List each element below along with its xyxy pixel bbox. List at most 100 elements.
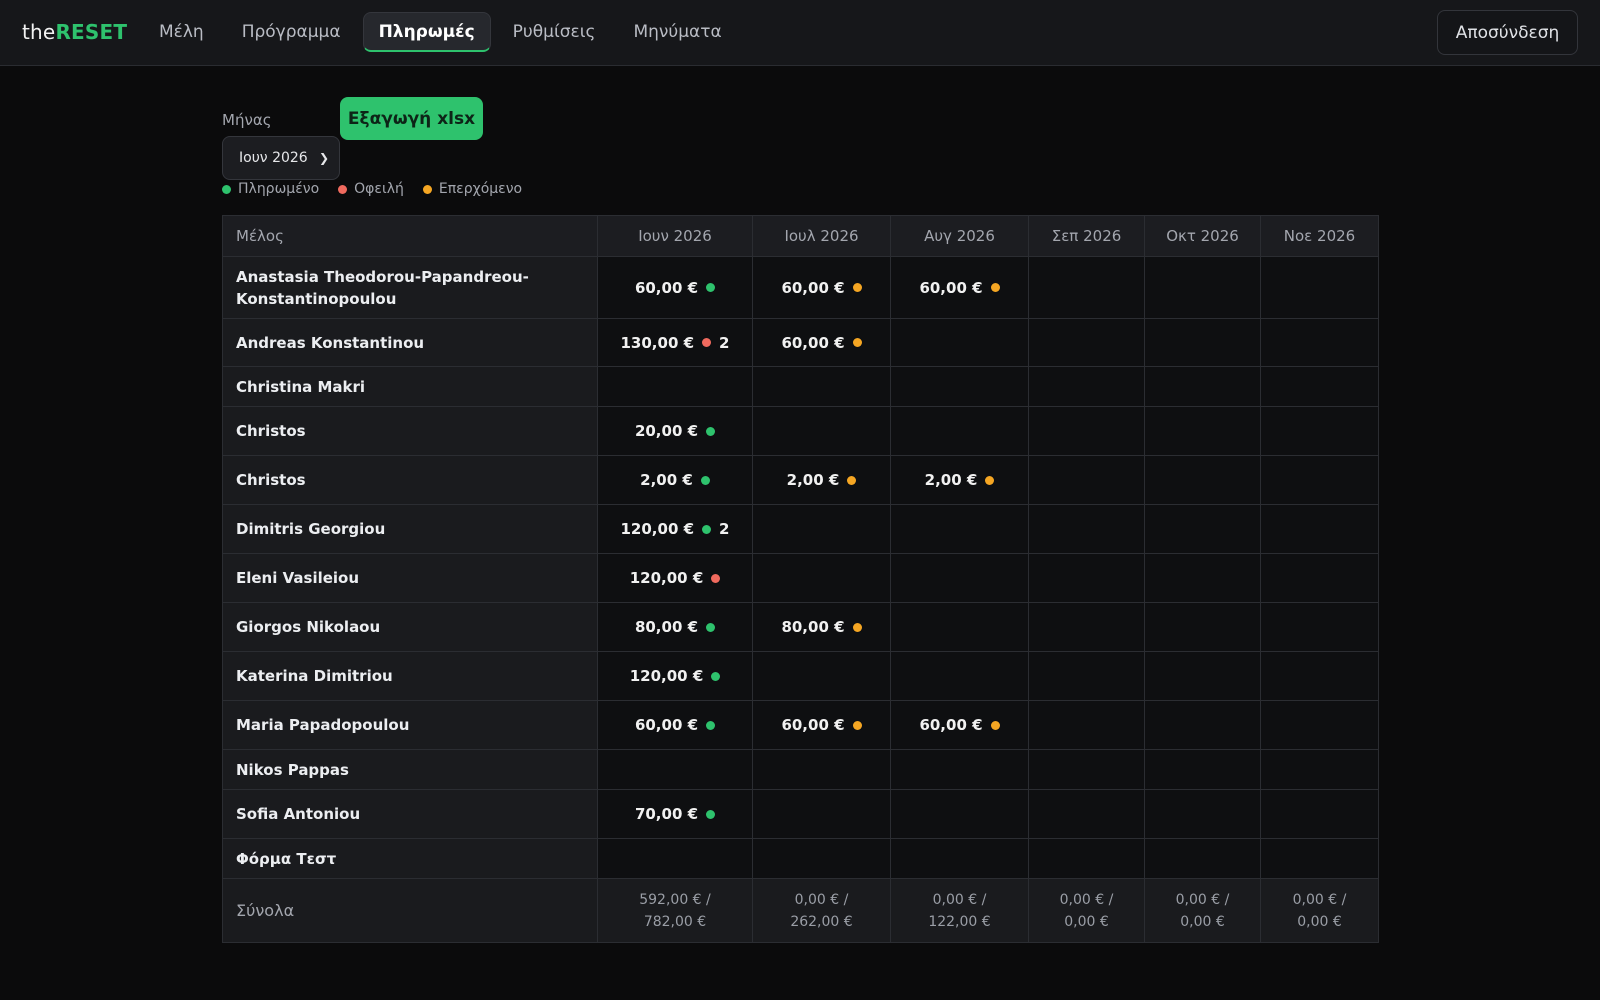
legend-item: Επερχόμενο <box>422 181 523 197</box>
table-row: Eleni Vasileiou 120,00 € <box>222 553 1379 603</box>
payment-entry: 120,00 € <box>630 569 721 587</box>
payment-amount: 60,00 € <box>781 278 845 297</box>
tab-members[interactable]: Μέλη <box>143 12 220 52</box>
legend-label: Επερχόμενο <box>438 181 523 197</box>
payment-cell[interactable]: 60,00 € <box>752 700 891 750</box>
member-name[interactable]: Andreas Konstantinou <box>222 318 598 367</box>
status-owed-dot-icon <box>711 573 721 583</box>
payment-cell <box>1260 504 1379 554</box>
status-paid-dot-icon <box>706 809 716 819</box>
column-header-member: Μέλος <box>222 215 598 257</box>
payment-cell[interactable]: 2,00 € <box>597 455 753 505</box>
payment-cell[interactable]: 120,00 € <box>597 553 753 603</box>
legend-dot-icon <box>422 184 432 194</box>
payment-cell <box>1260 553 1379 603</box>
payment-cell[interactable]: 60,00 € <box>752 318 891 367</box>
month-label: Μήνας <box>222 111 272 129</box>
payment-cell[interactable]: 70,00 € <box>597 789 753 839</box>
payment-cell[interactable]: 60,00 € <box>597 700 753 750</box>
total-paid: 0,00 € / <box>1175 891 1230 908</box>
payment-cell <box>1260 366 1379 407</box>
tab-messages[interactable]: Μηνύματα <box>617 12 737 52</box>
payment-cell <box>597 749 753 790</box>
payment-cell[interactable]: 2,00 € <box>890 455 1029 505</box>
payment-entry: 2,00 € <box>640 471 710 489</box>
export-xlsx-button[interactable]: Εξαγωγή xlsx <box>340 97 483 140</box>
table-row: Anastasia Theodorou-Papandreou-Konstanti… <box>222 256 1379 319</box>
member-name[interactable]: Katerina Dimitriou <box>222 651 598 701</box>
payment-cell <box>752 838 891 879</box>
status-upcoming-dot-icon <box>990 720 1000 730</box>
payment-entry: 80,00 € <box>635 618 716 636</box>
payment-entry: 120,00 € <box>630 667 721 685</box>
payment-entry: 20,00 € <box>634 422 716 440</box>
payment-amount: 70,00 € <box>634 805 699 823</box>
payment-cell[interactable]: 120,00 € <box>597 651 753 701</box>
table-row: Andreas Konstantinou 130,00 € 2 60,00 € <box>222 318 1379 367</box>
payment-amount: 120,00 € <box>620 520 695 538</box>
payment-entry: 70,00 € <box>634 805 716 823</box>
payment-cell <box>752 504 891 554</box>
payment-cell <box>1260 789 1379 839</box>
member-name[interactable]: Christina Makri <box>222 366 598 407</box>
member-name[interactable]: Giorgos Nikolaou <box>222 602 598 652</box>
column-header-month: Ιουλ 2026 <box>752 215 891 257</box>
member-name[interactable]: Nikos Pappas <box>222 749 598 790</box>
payment-cell[interactable]: 60,00 € <box>752 256 891 319</box>
brand-logo[interactable]: theRESET <box>22 20 127 44</box>
payment-cell <box>1144 838 1261 879</box>
payment-cell[interactable]: 60,00 € <box>890 700 1029 750</box>
payment-cell <box>1260 838 1379 879</box>
month-select[interactable]: Ιουν 2026 ❯ <box>222 136 340 180</box>
member-name[interactable]: Christos <box>222 406 598 456</box>
member-name[interactable]: Dimitris Georgiou <box>222 504 598 554</box>
tab-payments[interactable]: Πληρωμές <box>362 12 491 52</box>
main-nav: Μέλη Πρόγραμμα Πληρωμές Ρυθμίσεις Μηνύματα <box>143 12 744 52</box>
payment-amount: 2,00 € <box>924 471 978 489</box>
payment-cell <box>1260 318 1379 367</box>
member-name[interactable]: Christos <box>222 455 598 505</box>
payment-cell[interactable]: 20,00 € <box>597 406 753 456</box>
payment-cell[interactable]: 80,00 € <box>597 602 753 652</box>
member-name[interactable]: Anastasia Theodorou-Papandreou-Konstanti… <box>222 256 598 319</box>
total-expected: 782,00 € <box>643 913 707 930</box>
status-upcoming-dot-icon <box>847 475 857 485</box>
member-name[interactable]: Eleni Vasileiou <box>222 553 598 603</box>
payments-table-container: Μέλος Ιουν 2026 Ιουλ 2026 Αυγ 2026 Σεπ 2026… <box>222 215 1379 943</box>
payment-cell[interactable]: 60,00 € <box>597 256 753 319</box>
payment-cell <box>1144 318 1261 367</box>
payment-cell <box>1144 504 1261 554</box>
total-cell: 0,00 € / 0,00 € <box>1260 878 1379 943</box>
payment-amount: 20,00 € <box>634 422 699 440</box>
total-paid: 0,00 € / <box>1292 891 1347 908</box>
table-row: Dimitris Georgiou 120,00 € 2 <box>222 504 1379 554</box>
payment-amount: 60,00 € <box>781 333 845 352</box>
payment-entry: 2,00 € <box>925 471 995 489</box>
payment-cell <box>1028 838 1145 879</box>
payment-cell <box>890 838 1029 879</box>
status-paid-dot-icon <box>700 475 710 485</box>
payment-cell <box>890 553 1029 603</box>
payment-amount: 80,00 € <box>781 618 845 636</box>
payment-cell[interactable]: 120,00 € 2 <box>597 504 753 554</box>
payment-cell[interactable]: 130,00 € 2 <box>597 318 753 367</box>
status-upcoming-dot-icon <box>852 338 862 347</box>
member-name[interactable]: Φόρμα Τεστ <box>222 838 598 879</box>
payment-cell <box>1260 602 1379 652</box>
total-expected: 0,00 € <box>1180 913 1225 930</box>
payment-cell <box>1028 651 1145 701</box>
member-name[interactable]: Sofia Antoniou <box>222 789 598 839</box>
tab-settings[interactable]: Ρυθμίσεις <box>497 12 612 52</box>
payment-cell[interactable]: 80,00 € <box>752 602 891 652</box>
payment-cell[interactable]: 2,00 € <box>752 455 891 505</box>
tab-schedule[interactable]: Πρόγραμμα <box>226 12 357 52</box>
logout-button[interactable]: Αποσύνδεση <box>1437 10 1578 55</box>
payment-cell <box>752 406 891 456</box>
table-row: Φόρμα Τεστ <box>222 838 1379 879</box>
payments-table: Μέλος Ιουν 2026 Ιουλ 2026 Αυγ 2026 Σεπ 2026… <box>222 215 1379 943</box>
payment-amount: 130,00 € <box>620 333 695 352</box>
member-name[interactable]: Maria Papadopoulou <box>222 700 598 750</box>
payment-entry: 60,00 € <box>781 333 862 352</box>
payment-cell[interactable]: 60,00 € <box>890 256 1029 319</box>
payment-cell <box>1144 651 1261 701</box>
